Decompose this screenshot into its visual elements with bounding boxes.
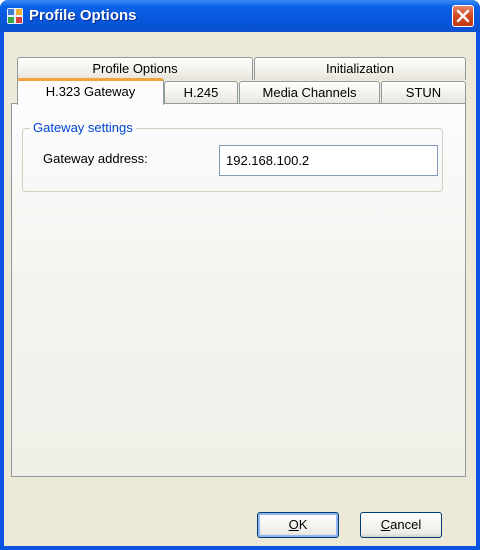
- tab-label: Profile Options: [92, 61, 178, 76]
- tab-label: Media Channels: [262, 85, 357, 100]
- ok-button[interactable]: OK: [257, 512, 339, 538]
- tab-stun[interactable]: STUN: [381, 81, 466, 104]
- group-label: Gateway settings: [30, 120, 136, 135]
- cancel-button[interactable]: Cancel: [360, 512, 442, 538]
- tab-label: STUN: [405, 85, 442, 100]
- cancel-mnemonic: C: [380, 517, 391, 532]
- ok-mnemonic: O: [288, 517, 299, 532]
- close-button[interactable]: [452, 5, 474, 27]
- tab-media-channels[interactable]: Media Channels: [239, 81, 380, 104]
- tab-initialization[interactable]: Initialization: [254, 57, 466, 80]
- title-bar[interactable]: Profile Options: [0, 0, 480, 32]
- tab-label: Initialization: [326, 61, 394, 76]
- close-icon: [456, 9, 470, 23]
- tab-profile-options[interactable]: Profile Options: [17, 57, 253, 80]
- app-icon: [7, 8, 23, 24]
- window-title: Profile Options: [29, 7, 137, 24]
- tab-h245[interactable]: H.245: [164, 81, 238, 104]
- dialog-window: Profile Options Profile Options Initiali…: [0, 0, 480, 550]
- tab-h323-gateway[interactable]: H.323 Gateway: [17, 78, 164, 105]
- tab-label: H.245: [183, 85, 219, 100]
- gateway-address-label: Gateway address:: [43, 151, 148, 166]
- ok-label: K: [298, 517, 308, 532]
- tab-label: H.323 Gateway: [45, 84, 136, 99]
- gateway-address-input[interactable]: [219, 145, 438, 176]
- cancel-label: ancel: [390, 517, 422, 532]
